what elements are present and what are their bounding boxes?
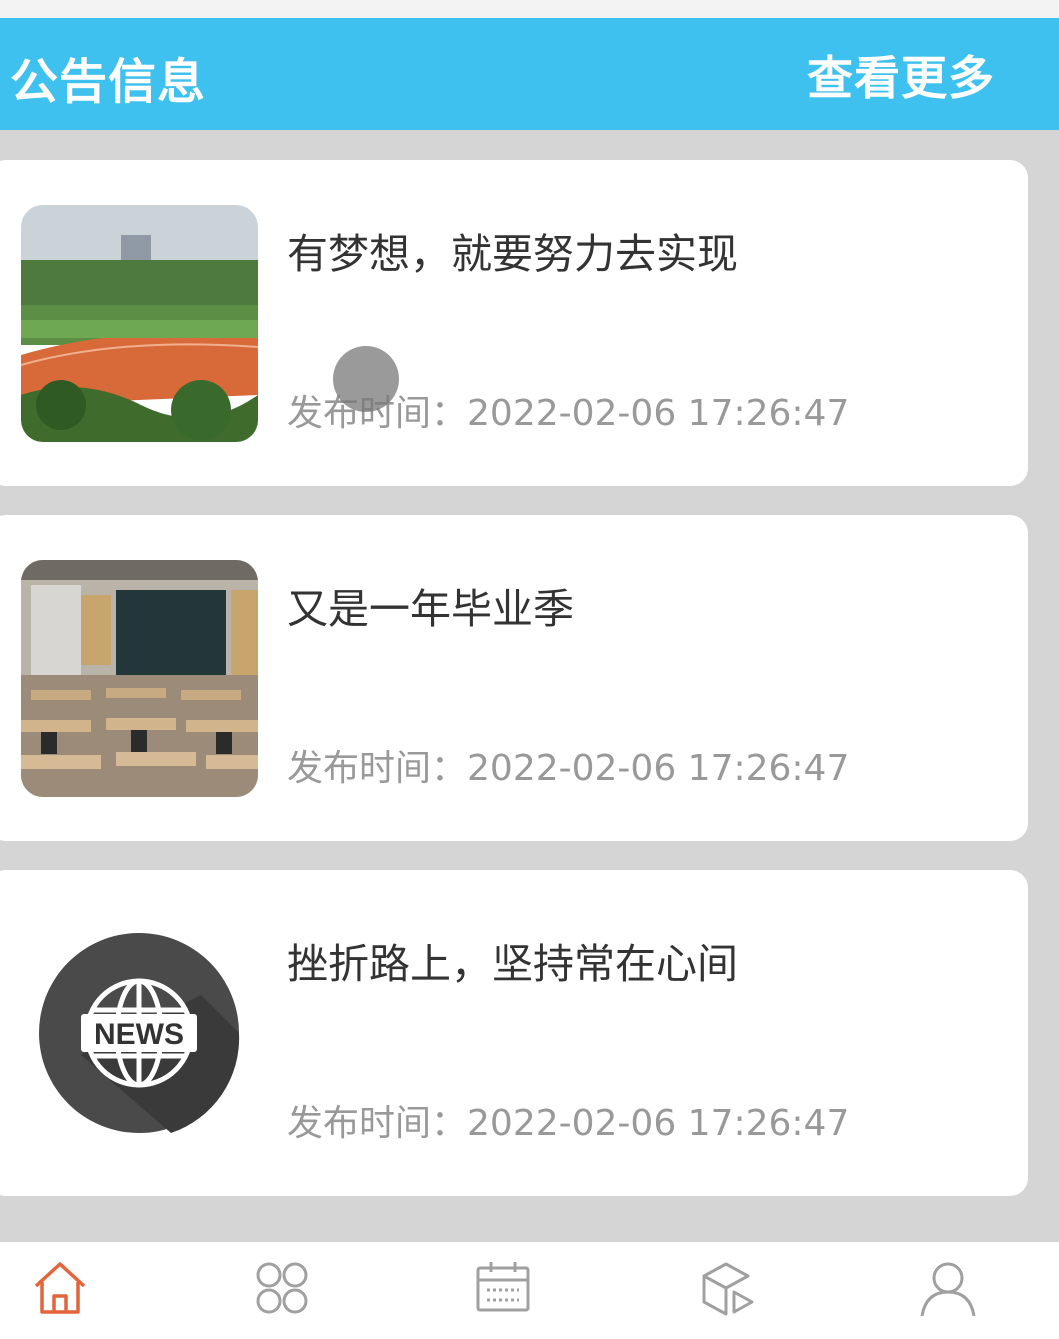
status-strip <box>0 0 1059 18</box>
user-icon <box>920 1262 976 1317</box>
tab-schedule[interactable] <box>433 1242 573 1339</box>
notice-time: 发布时间：2022-02-06 17:26:47 <box>287 739 849 791</box>
tab-categories[interactable] <box>212 1242 352 1339</box>
notice-title: 又是一年毕业季 <box>287 585 574 633</box>
calendar-icon <box>476 1262 530 1312</box>
classroom-thumbnail <box>21 560 258 797</box>
section-title: 公告信息 <box>10 54 207 110</box>
section-header: 公告信息 查看更多 <box>0 18 1059 130</box>
time-value: 2022-02-06 17:26:47 <box>467 1103 850 1144</box>
tab-profile[interactable] <box>878 1242 1018 1339</box>
time-value: 2022-02-06 17:26:47 <box>467 393 850 434</box>
home-icon <box>34 1262 86 1314</box>
notice-card[interactable]: 又是一年毕业季 发布时间：2022-02-06 17:26:47 <box>0 515 1028 841</box>
notice-title: 有梦想，就要努力去实现 <box>287 230 738 278</box>
view-more-link[interactable]: 查看更多 <box>807 42 995 108</box>
time-label: 发布时间： <box>287 1103 468 1144</box>
bottom-tab-bar <box>0 1242 1059 1339</box>
tab-home[interactable] <box>0 1242 130 1339</box>
box-icon <box>702 1262 754 1316</box>
notice-title: 挫折路上，坚持常在心间 <box>287 940 738 988</box>
tab-resources[interactable] <box>656 1242 796 1339</box>
notice-card[interactable]: NEWS 挫折路上，坚持常在心间 发布时间：2022-02-06 17:26:4… <box>0 870 1028 1196</box>
notice-time: 发布时间：2022-02-06 17:26:47 <box>287 1094 849 1146</box>
notice-card[interactable]: 有梦想，就要努力去实现 发布时间：2022-02-06 17:26:47 <box>0 160 1028 486</box>
grid-icon <box>256 1262 308 1314</box>
news-label: NEWS <box>94 1018 184 1051</box>
sports-field-thumbnail <box>21 205 258 442</box>
news-globe-icon: NEWS <box>21 915 258 1152</box>
time-value: 2022-02-06 17:26:47 <box>467 748 850 789</box>
time-label: 发布时间： <box>287 748 468 789</box>
touch-indicator <box>333 346 399 412</box>
